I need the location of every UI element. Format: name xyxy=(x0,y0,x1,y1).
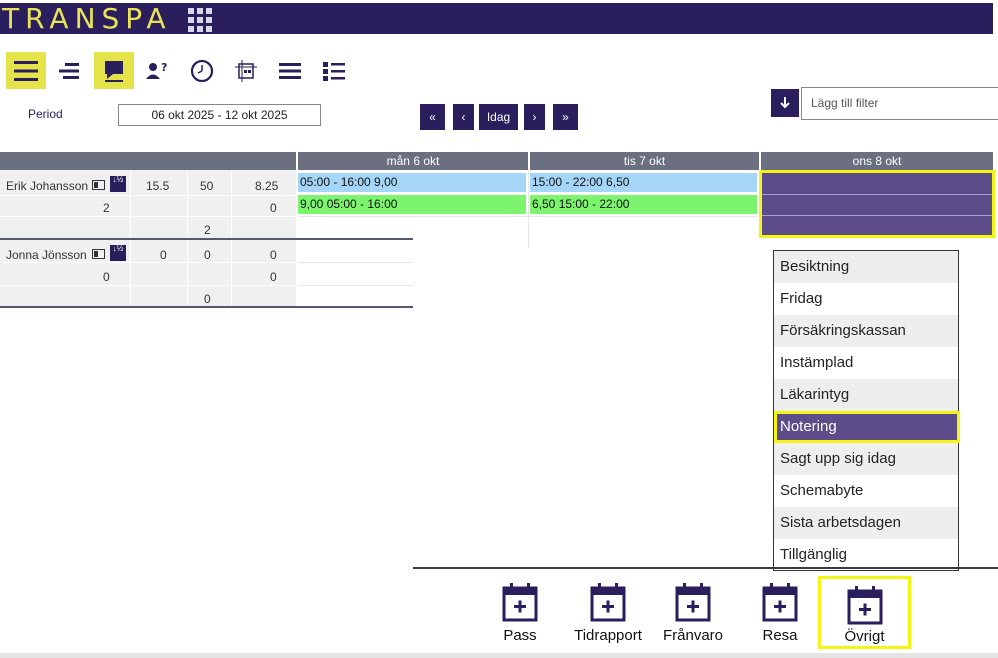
day-header-wed: ons 8 okt xyxy=(761,152,993,170)
pass-label: Pass xyxy=(503,627,537,644)
row-divider xyxy=(0,306,413,308)
tidrapport-label: Tidrapport xyxy=(574,627,642,644)
sort-icon[interactable]: ↓½ xyxy=(110,245,126,261)
tidrapport-button[interactable]: Tidrapport xyxy=(572,582,644,646)
menu-item-fridag[interactable]: Fridag xyxy=(774,283,958,315)
id-card-icon[interactable] xyxy=(92,180,105,190)
resa-label: Resa xyxy=(762,627,798,644)
list-align-icon[interactable] xyxy=(50,52,90,89)
menu-item-schemabyte[interactable]: Schemabyte xyxy=(774,475,958,507)
employee-name[interactable]: Jonna Jönsson xyxy=(6,248,87,262)
clock-icon[interactable] xyxy=(182,52,222,89)
menu-item-sista-arbetsdagen[interactable]: Sista arbetsdagen xyxy=(774,507,958,539)
today-button[interactable]: Idag xyxy=(479,104,518,130)
stat-value: 0 xyxy=(204,292,211,306)
period-input[interactable]: 06 okt 2025 - 12 okt 2025 xyxy=(118,104,321,126)
day-header-tue: tis 7 okt xyxy=(530,152,759,170)
day-header-mon: mån 6 okt xyxy=(298,152,528,170)
logo: TRANSPA xyxy=(2,2,172,35)
sort-icon[interactable]: ↓½ xyxy=(110,176,126,192)
calendar-add-icon xyxy=(762,583,798,622)
pass-button[interactable]: Pass xyxy=(494,582,546,646)
ovrigt-label: Övrigt xyxy=(844,628,885,645)
footer-strip xyxy=(0,653,998,658)
user-question-icon[interactable]: ? xyxy=(138,52,178,89)
franvaro-button[interactable]: Frånvaro xyxy=(662,582,724,646)
stat-value: 2 xyxy=(204,223,211,237)
stat-value: 8.25 xyxy=(255,179,279,193)
shift-tue-bottom[interactable]: 6,50 15:00 - 22:00 xyxy=(530,195,757,214)
bullet-list-icon[interactable] xyxy=(314,52,354,89)
menu-icon[interactable] xyxy=(6,52,46,89)
franvaro-label: Frånvaro xyxy=(662,627,724,644)
comment-icon[interactable] xyxy=(94,52,134,89)
stat-value: 15.5 xyxy=(146,179,170,193)
menu-item-besiktning[interactable]: Besiktning xyxy=(774,251,958,283)
header-blank xyxy=(0,152,296,170)
filter-input[interactable]: Lägg till filter xyxy=(801,87,998,120)
menu-item-notering[interactable]: Notering xyxy=(774,411,960,443)
stat-value: 0 xyxy=(160,248,167,262)
apps-grid-icon[interactable] xyxy=(188,8,212,32)
svg-text:?: ? xyxy=(161,61,167,74)
stat-value: 0 xyxy=(270,201,277,215)
crosshair-grid-icon[interactable] xyxy=(226,52,266,89)
menu-item-instamplad[interactable]: Instämplad xyxy=(774,347,958,379)
id-card-icon[interactable] xyxy=(92,249,105,259)
shift-tue-top[interactable]: 15:00 - 22:00 6,50 xyxy=(530,173,757,192)
menu-item-forsakringskassan[interactable]: Försäkringskassan xyxy=(774,315,958,347)
bottom-divider xyxy=(413,567,998,569)
calendar-add-icon xyxy=(847,586,882,625)
type-dropdown-menu: Besiktning Fridag Försäkringskassan Inst… xyxy=(773,250,960,571)
stat-value: 0 xyxy=(270,248,277,262)
calendar-add-icon xyxy=(502,583,538,622)
period-label: Period xyxy=(28,107,63,121)
top-bar: TRANSPA xyxy=(0,3,993,34)
resa-button[interactable]: Resa xyxy=(754,582,806,646)
stat-value: 0 xyxy=(270,270,277,284)
stat-value: 2 xyxy=(103,201,110,215)
nav-first-button[interactable]: « xyxy=(420,104,445,130)
nav-last-button[interactable]: » xyxy=(553,104,578,130)
stat-value: 0 xyxy=(103,270,110,284)
lines-icon[interactable] xyxy=(270,52,310,89)
stat-value: 0 xyxy=(204,248,211,262)
menu-item-lakarintyg[interactable]: Läkarintyg xyxy=(774,379,958,411)
calendar-add-icon xyxy=(675,583,711,622)
calendar-add-icon xyxy=(590,583,626,622)
nav-prev-button[interactable]: ‹ xyxy=(453,104,474,130)
shift-mon-top[interactable]: 05:00 - 16:00 9,00 xyxy=(298,173,526,192)
menu-item-sagt-upp[interactable]: Sagt upp sig idag xyxy=(774,443,958,475)
shift-mon-bottom[interactable]: 9,00 05:00 - 16:00 xyxy=(298,195,526,214)
employee-name[interactable]: Erik Johansson xyxy=(6,179,88,193)
ovrigt-button[interactable]: Övrigt xyxy=(818,576,911,649)
arrow-down-icon xyxy=(780,97,790,109)
stat-value: 50 xyxy=(200,179,214,193)
nav-next-button[interactable]: › xyxy=(524,104,545,130)
selected-day-cell[interactable] xyxy=(759,170,995,238)
filter-arrow-button[interactable] xyxy=(771,89,799,117)
